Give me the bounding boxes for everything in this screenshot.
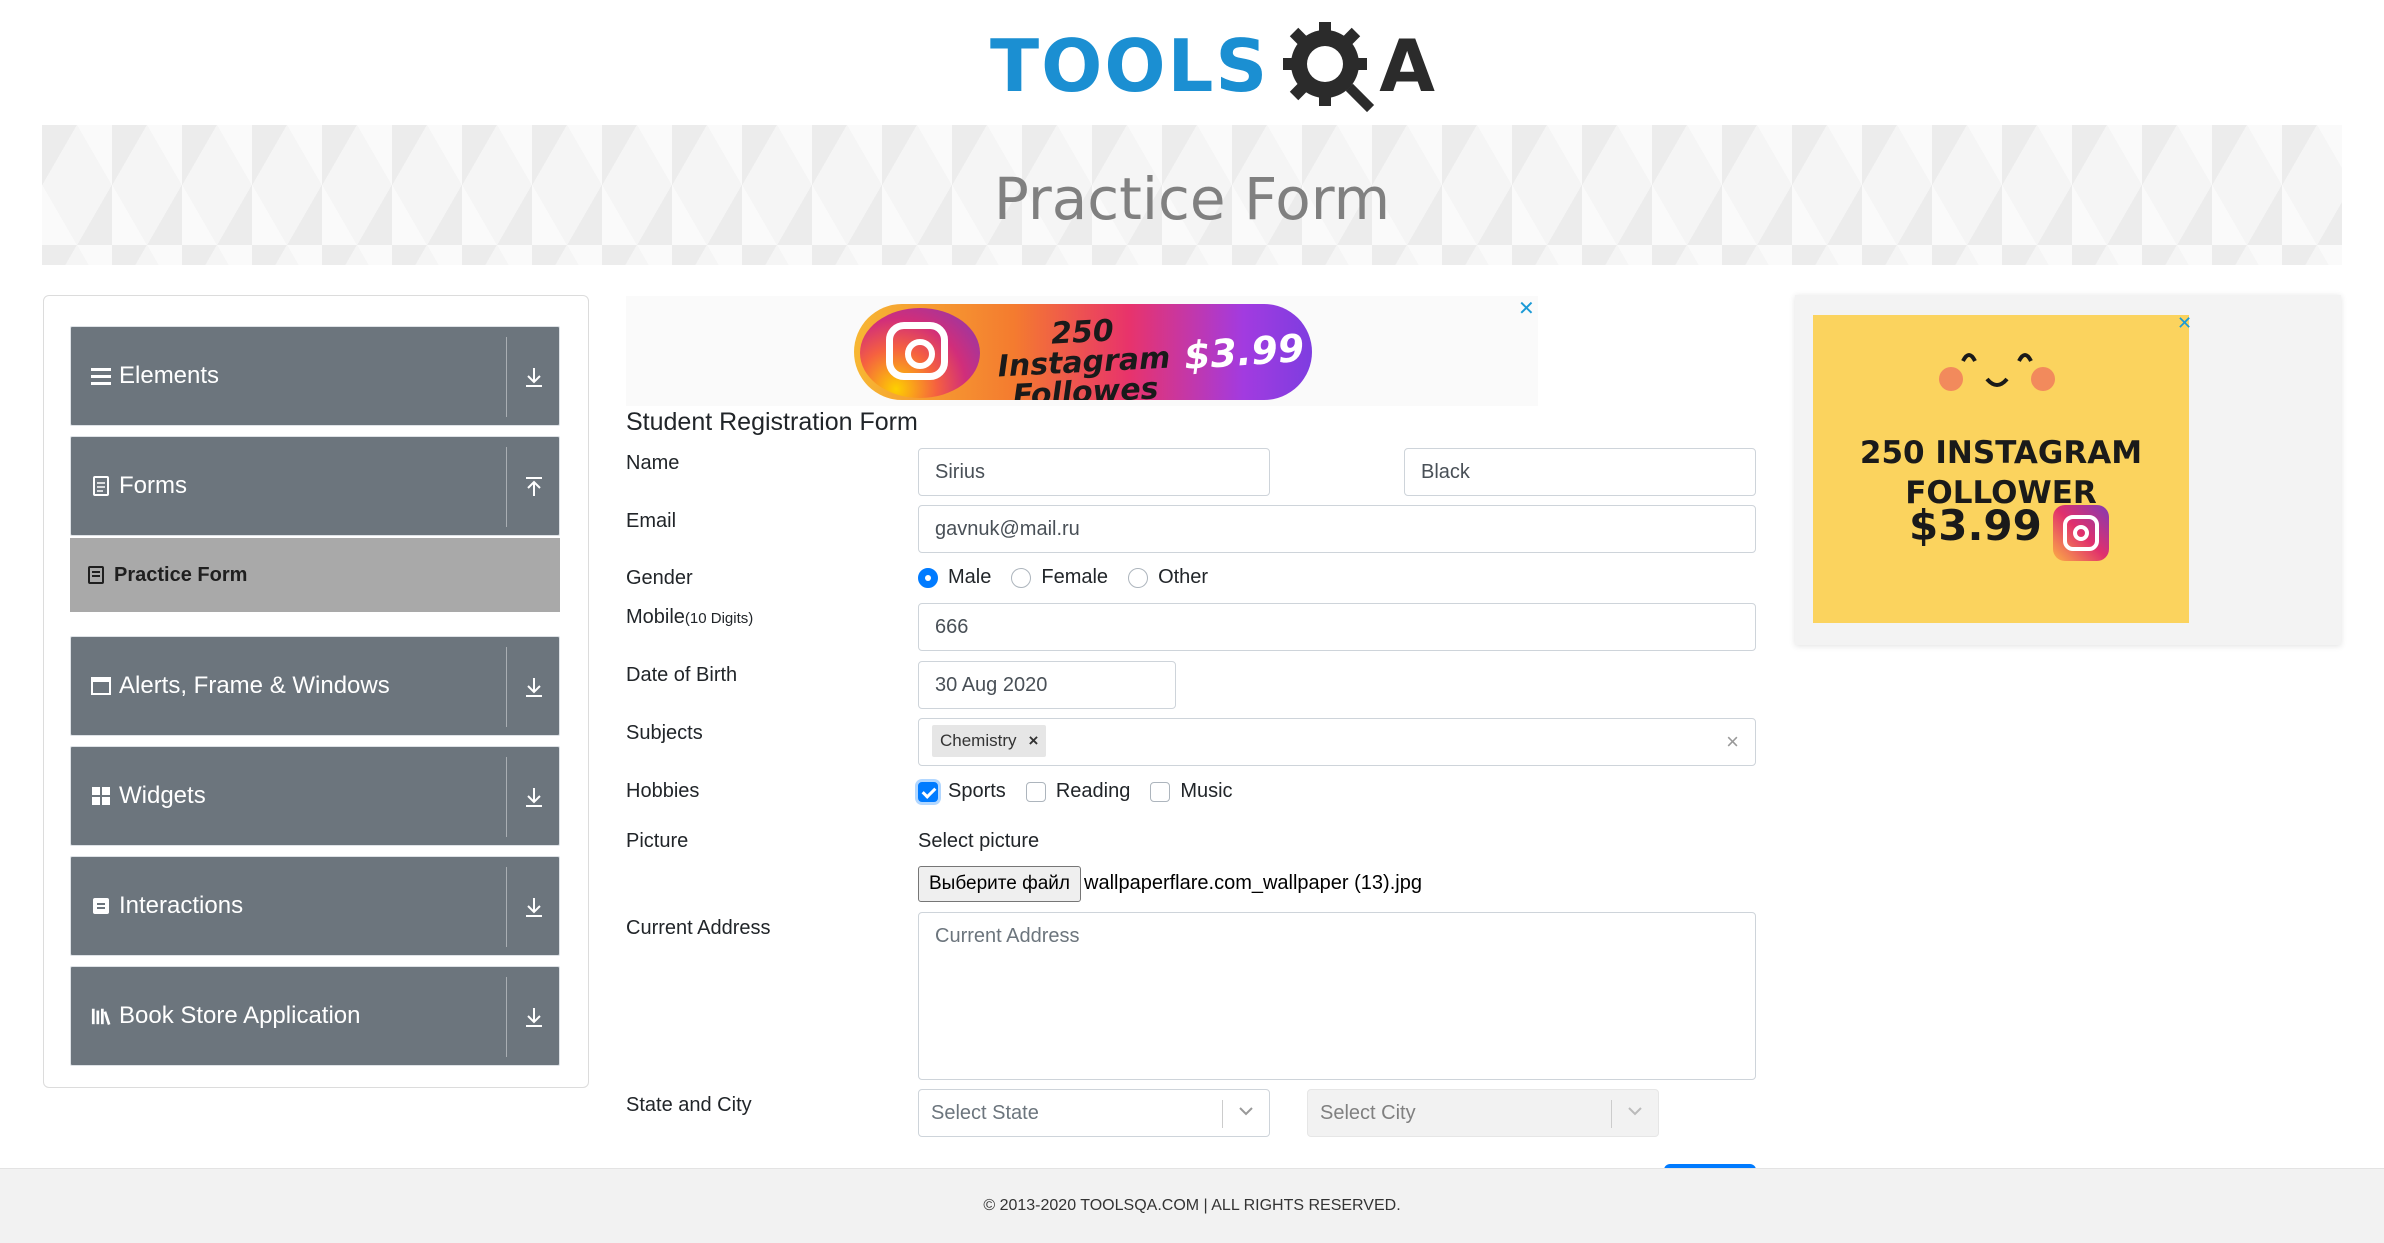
- sidebar-group-bookstore[interactable]: Book Store Application: [70, 966, 560, 1066]
- sidebar-group-interactions[interactable]: Interactions: [70, 856, 560, 956]
- name-label: Name: [626, 452, 680, 474]
- hobby-checkbox-sports[interactable]: [918, 781, 938, 802]
- download-arrow-icon[interactable]: [519, 885, 549, 929]
- books-icon: [91, 1006, 111, 1026]
- grid-icon: [91, 786, 111, 806]
- hobby-checkbox-reading[interactable]: [1025, 781, 1046, 802]
- smiley-face-icon: [1939, 353, 2055, 391]
- selected-file-name: wallpaperflare.com_wallpaper (13).jpg: [1084, 872, 1422, 894]
- toolsqa-logo[interactable]: TOOLS A: [990, 18, 1435, 114]
- gender-label: Gender: [626, 567, 693, 589]
- hobby-option-label[interactable]: Sports: [948, 780, 1006, 803]
- sidebar-group-label: Interactions: [119, 892, 244, 919]
- gender-radio-female[interactable]: [1011, 567, 1032, 588]
- choose-file-button[interactable]: Выберите файл: [918, 866, 1081, 902]
- ad-banner-right[interactable]: 250 INSTAGRAM FOLLOWER $3.99 ✕: [1795, 295, 2341, 645]
- remove-subject-icon[interactable]: ×: [1029, 731, 1039, 751]
- state-city-label: State and City: [626, 1094, 752, 1116]
- sidebar-group-forms[interactable]: Forms: [70, 436, 560, 536]
- current-address-textarea[interactable]: Current Address: [918, 912, 1756, 1080]
- page-title: Practice Form: [993, 165, 1391, 233]
- document-icon: [91, 476, 111, 496]
- instagram-icon: [2053, 505, 2109, 561]
- hobby-checkbox-music[interactable]: [1150, 781, 1171, 802]
- instagram-icon: [886, 322, 948, 380]
- hobbies-label: Hobbies: [626, 780, 700, 802]
- ad-price: $3.99: [1182, 325, 1306, 379]
- download-arrow-icon[interactable]: [519, 355, 549, 399]
- sidebar-item-label: Practice Form: [114, 563, 248, 586]
- gender-option-label[interactable]: Other: [1158, 566, 1208, 589]
- city-select-placeholder: Select City: [1320, 1101, 1416, 1124]
- page-banner: Practice Form: [42, 125, 2342, 265]
- subject-tag: Chemistry ×: [932, 725, 1047, 757]
- gear-magnifier-icon: [1275, 18, 1379, 114]
- download-arrow-icon[interactable]: [519, 665, 549, 709]
- gender-radio-male[interactable]: [918, 567, 938, 588]
- hobbies-checkbox-group: Sports Reading Music: [918, 780, 1253, 803]
- ad-close-icon[interactable]: ✕: [2177, 313, 2192, 334]
- sidebar-group-label: Widgets: [119, 782, 206, 809]
- sidebar-group-label: Book Store Application: [119, 1002, 361, 1029]
- logo-text-a: A: [1379, 24, 1435, 108]
- select-picture-label: Select picture: [918, 830, 1040, 852]
- email-label: Email: [626, 510, 677, 532]
- mobile-input[interactable]: 666: [918, 603, 1756, 651]
- mobile-label: Mobile(10 Digits): [626, 606, 754, 628]
- dob-label: Date of Birth: [626, 664, 738, 686]
- ad-close-icon[interactable]: ✕: [1518, 296, 1535, 321]
- upload-arrow-icon[interactable]: [519, 465, 549, 509]
- clear-subjects-icon[interactable]: ×: [1726, 729, 1739, 755]
- hobby-option-label[interactable]: Music: [1180, 780, 1232, 803]
- footer: © 2013-2020 TOOLSQA.COM | ALL RIGHTS RES…: [0, 1168, 2384, 1243]
- sidebar-group-alerts[interactable]: Alerts, Frame & Windows: [70, 636, 560, 736]
- sidebar-group-label: Forms: [119, 472, 187, 499]
- current-address-label: Current Address: [626, 917, 771, 939]
- form-icon: [88, 566, 104, 584]
- email-input[interactable]: gavnuk@mail.ru: [918, 505, 1756, 553]
- window-icon: [91, 676, 111, 696]
- state-select[interactable]: Select State: [918, 1089, 1270, 1137]
- ad-text: 250 Instagram Followes: [996, 313, 1172, 400]
- download-arrow-icon[interactable]: [519, 775, 549, 819]
- copyright-text: © 2013-2020 TOOLSQA.COM | ALL RIGHTS RES…: [983, 1197, 1401, 1214]
- last-name-input[interactable]: Black: [1404, 448, 1756, 496]
- subject-tag-label: Chemistry: [940, 731, 1017, 750]
- sidebar-group-label: Alerts, Frame & Windows: [119, 672, 390, 699]
- date-of-birth-input[interactable]: 30 Aug 2020: [918, 661, 1176, 709]
- gender-radio-other[interactable]: [1128, 567, 1149, 588]
- sidebar-group-widgets[interactable]: Widgets: [70, 746, 560, 846]
- interaction-icon: [91, 896, 111, 916]
- chevron-down-icon[interactable]: [1626, 1102, 1644, 1120]
- chevron-down-icon[interactable]: [1237, 1102, 1255, 1120]
- ad-price: $3.99: [1909, 501, 2042, 550]
- gender-option-label[interactable]: Female: [1041, 566, 1108, 589]
- sidebar-group-label: Elements: [119, 362, 220, 389]
- subjects-label: Subjects: [626, 722, 703, 744]
- picture-label: Picture: [626, 830, 689, 852]
- ad-image[interactable]: 250 INSTAGRAM FOLLOWER $3.99: [1813, 315, 2189, 623]
- menu-icon: [91, 366, 111, 386]
- logo-text: TOOLS: [990, 24, 1270, 108]
- sidebar: Elements Forms Practice Form Alerts, Fra…: [43, 295, 589, 1088]
- first-name-input[interactable]: Sirius: [918, 448, 1270, 496]
- ad-image[interactable]: 250 Instagram Followes $3.99: [854, 304, 1312, 400]
- sidebar-group-elements[interactable]: Elements: [70, 326, 560, 426]
- sidebar-item-practice-form[interactable]: Practice Form: [70, 538, 560, 612]
- form-title: Student Registration Form: [626, 408, 918, 436]
- city-select[interactable]: Select City: [1307, 1089, 1659, 1137]
- state-select-placeholder: Select State: [931, 1101, 1039, 1124]
- ad-banner-top[interactable]: 250 Instagram Followes $3.99 ✕: [626, 296, 1538, 406]
- gender-option-label[interactable]: Male: [948, 566, 991, 589]
- download-arrow-icon[interactable]: [519, 995, 549, 1039]
- hobby-option-label[interactable]: Reading: [1056, 780, 1131, 803]
- gender-radio-group: Male Female Other: [918, 566, 1228, 589]
